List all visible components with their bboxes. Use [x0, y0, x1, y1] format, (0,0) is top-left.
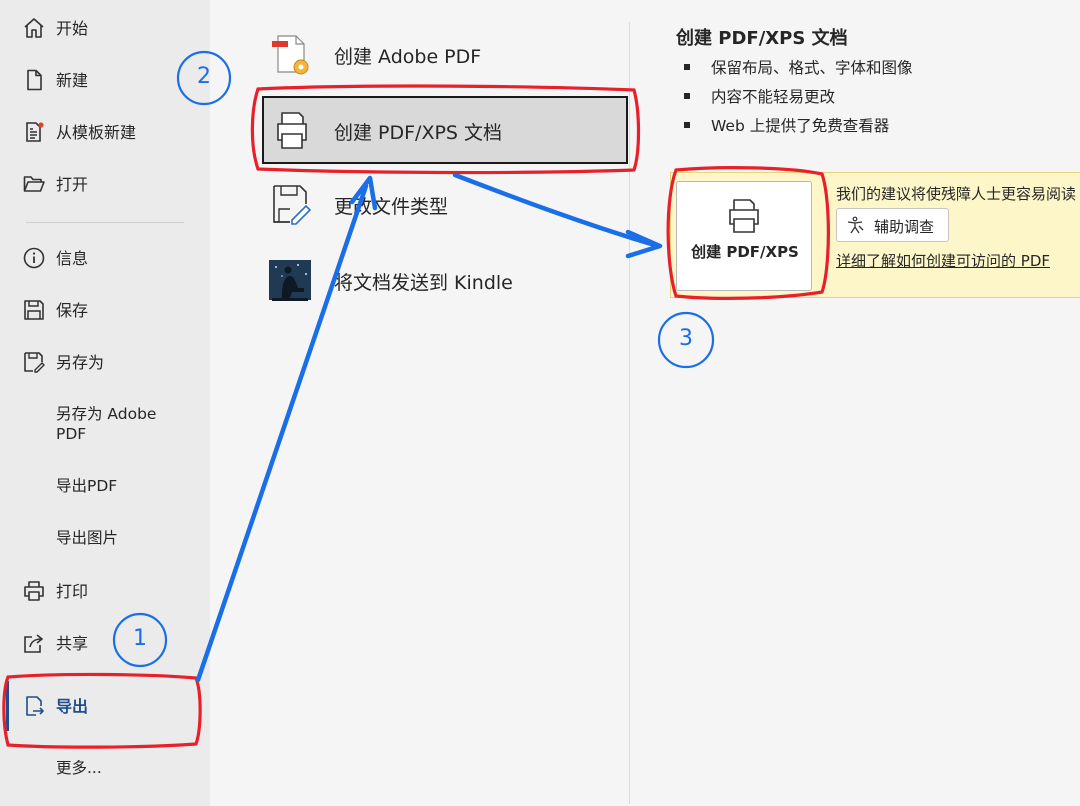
- export-icon: [22, 694, 46, 718]
- info-icon: [22, 246, 46, 270]
- sidebar-item-save-as-adobe-pdf[interactable]: 另存为 Adobe PDF: [0, 400, 210, 448]
- sidebar-item-label: 导出: [56, 696, 89, 716]
- template-icon: [22, 120, 46, 144]
- change-file-type-icon: [268, 182, 312, 226]
- option-label: 创建 PDF/XPS 文档: [334, 122, 503, 144]
- sidebar-item-label: 共享: [56, 633, 89, 653]
- option-send-to-kindle[interactable]: 将文档发送到 Kindle: [262, 246, 628, 314]
- create-button-label: 创建 PDF/XPS: [691, 243, 799, 261]
- accessibility-icon: [846, 216, 864, 234]
- option-create-adobe-pdf[interactable]: 创建 Adobe PDF: [262, 20, 628, 88]
- sidebar-item-share[interactable]: 共享: [0, 621, 210, 665]
- sidebar-item-home[interactable]: 开始: [0, 6, 210, 50]
- bullet-icon: [684, 121, 690, 128]
- sidebar-divider: [26, 222, 184, 223]
- sidebar-item-label: 从模板新建: [56, 122, 137, 142]
- sidebar-item-print[interactable]: 打印: [0, 569, 210, 613]
- sidebar-item-info[interactable]: 信息: [0, 236, 210, 280]
- accessibility-check-label: 辅助调查: [874, 218, 935, 236]
- feature-item: 保留布局、格式、字体和图像: [680, 52, 913, 81]
- sidebar-item-export-image[interactable]: 导出图片: [0, 516, 210, 560]
- sidebar-item-export-pdf[interactable]: 导出PDF: [0, 464, 210, 508]
- sidebar-item-label: 打印: [56, 581, 89, 601]
- sidebar-item-label: 新建: [56, 70, 89, 90]
- sidebar-item-label: 信息: [56, 248, 89, 268]
- option-create-pdf-xps[interactable]: 创建 PDF/XPS 文档: [262, 96, 628, 164]
- bullet-icon: [684, 63, 690, 70]
- sidebar-item-label: 另存为 Adobe PDF: [56, 405, 157, 443]
- save-as-icon: [22, 350, 46, 374]
- sidebar-item-label: 更多...: [56, 759, 102, 777]
- save-icon: [22, 298, 46, 322]
- sidebar-item-label: 导出图片: [56, 529, 119, 547]
- share-icon: [22, 631, 46, 655]
- sidebar-item-open[interactable]: 打开: [0, 162, 210, 206]
- print-icon: [22, 579, 46, 603]
- sidebar-item-more[interactable]: 更多...: [0, 746, 210, 790]
- step-number-2: 2: [197, 64, 211, 89]
- bullet-icon: [684, 92, 690, 99]
- feature-list: 保留布局、格式、字体和图像 内容不能轻易更改 Web 上提供了免费查看器: [680, 52, 913, 139]
- sidebar-item-label: 保存: [56, 300, 89, 320]
- pdf-xps-icon: [270, 108, 314, 152]
- accessibility-check-button[interactable]: 辅助调查: [836, 208, 949, 242]
- new-document-icon: [22, 68, 46, 92]
- kindle-icon: [268, 258, 312, 302]
- printer-icon: [724, 196, 764, 236]
- sidebar-item-label: 导出PDF: [56, 477, 118, 495]
- option-label: 更改文件类型: [334, 196, 449, 218]
- sidebar-item-save[interactable]: 保存: [0, 288, 210, 332]
- adobe-pdf-icon: [268, 32, 312, 76]
- folder-open-icon: [22, 172, 46, 196]
- create-pdf-xps-button[interactable]: 创建 PDF/XPS: [676, 181, 812, 291]
- sidebar-item-export[interactable]: 导出: [0, 684, 210, 728]
- pane-divider: [629, 22, 630, 804]
- option-label: 将文档发送到 Kindle: [334, 272, 513, 294]
- option-label: 创建 Adobe PDF: [334, 46, 482, 68]
- sidebar-item-label: 另存为: [56, 352, 105, 372]
- feature-item: 内容不能轻易更改: [680, 81, 913, 110]
- learn-accessible-pdf-link[interactable]: 详细了解如何创建可访问的 PDF: [836, 250, 1050, 271]
- feature-item: Web 上提供了免费查看器: [680, 110, 913, 139]
- detail-title: 创建 PDF/XPS 文档: [676, 28, 848, 49]
- home-icon: [22, 16, 46, 40]
- sidebar-item-new-from-template[interactable]: 从模板新建: [0, 110, 210, 154]
- step-number-3: 3: [679, 326, 693, 351]
- sidebar-item-label: 开始: [56, 18, 89, 38]
- sidebar-item-save-as[interactable]: 另存为: [0, 340, 210, 384]
- step-number-1: 1: [133, 626, 147, 651]
- arrow-head-2: [625, 229, 663, 259]
- accessibility-tip-text: 我们的建议将使残障人士更容易阅读: [836, 185, 1077, 203]
- sidebar-item-label: 打开: [56, 174, 89, 194]
- option-change-file-type[interactable]: 更改文件类型: [262, 170, 628, 238]
- backstage-sidebar: 开始 新建 从模板新建 打开 信息 保存 另存为 另存为 Adobe PDF 导…: [0, 0, 210, 806]
